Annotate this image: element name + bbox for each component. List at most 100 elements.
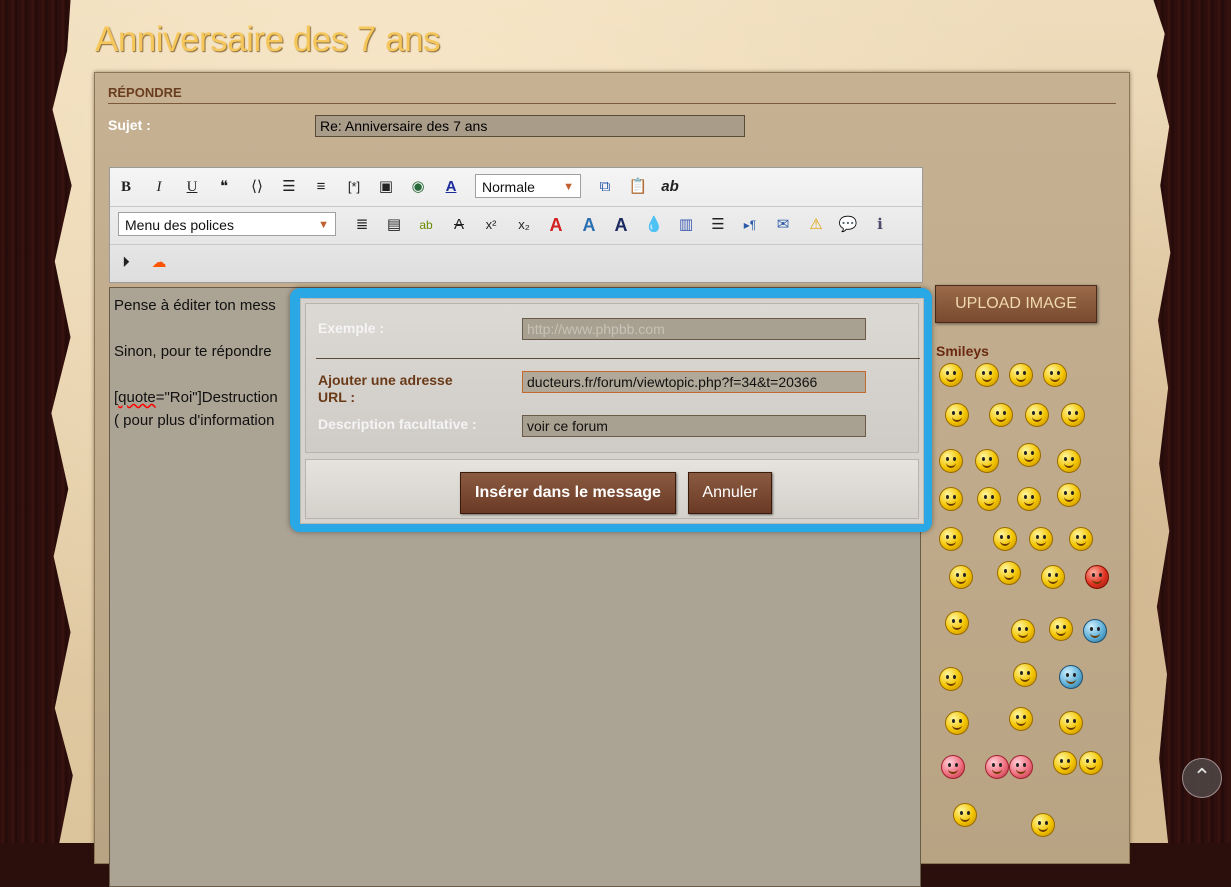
strikethrough-icon[interactable]: A [447,214,471,236]
smiley-icon[interactable] [1017,487,1041,511]
italic-icon[interactable]: I [147,176,171,198]
font-red-icon[interactable]: A [544,214,568,236]
bold-icon[interactable]: B [114,176,138,198]
smileys-title: Smileys [936,343,989,359]
scroll-to-top-button[interactable]: ⌃ [1182,758,1222,798]
bullet-list-icon[interactable]: ☰ [277,176,301,198]
superscript-icon[interactable]: x² [479,214,503,236]
spellcheck-icon[interactable]: ab [658,176,682,198]
smiley-icon[interactable] [989,403,1013,427]
love-smiley-icon[interactable] [985,755,1009,779]
smiley-icon[interactable] [945,403,969,427]
cold-smiley-icon[interactable] [1059,665,1083,689]
smiley-icon[interactable] [975,449,999,473]
smiley-icon[interactable] [1011,619,1035,643]
smiley-icon[interactable] [977,487,1001,511]
font-shadow-icon[interactable]: A [577,214,601,236]
smiley-icon[interactable] [945,711,969,735]
opacity-drop-icon[interactable]: 💧 [642,214,666,236]
smiley-icon[interactable] [1059,711,1083,735]
insert-button[interactable]: Insérer dans le message [460,472,676,514]
smiley-icon[interactable] [1061,403,1085,427]
justify-icon[interactable]: ▤ [382,214,406,236]
topic-title: Anniversaire des 7 ans [95,20,441,59]
smiley-icon[interactable] [975,363,999,387]
smiley-icon[interactable] [1049,617,1073,641]
smiley-icon[interactable] [1057,449,1081,473]
smiley-icon[interactable] [1041,565,1065,589]
love-smiley-icon[interactable] [1009,755,1033,779]
smiley-icon[interactable] [1079,751,1103,775]
angry-smiley-icon[interactable] [1085,565,1109,589]
numbered-list-icon[interactable]: ≡ [309,176,333,198]
dialog-actions: Insérer dans le message Annuler [305,459,919,519]
quote-icon[interactable]: ❝ [212,176,236,198]
smiley-icon[interactable] [997,561,1021,585]
smiley-icon[interactable] [949,565,973,589]
subscript-icon[interactable]: x₂ [512,214,536,236]
smiley-icon[interactable] [939,363,963,387]
smiley-icon[interactable] [953,803,977,827]
upload-image-button[interactable]: UPLOAD IMAGE [935,285,1097,323]
smiley-icon[interactable] [1053,751,1077,775]
font-size-select[interactable]: Normale ▼ [475,174,581,198]
chevron-up-icon: ⌃ [1192,764,1212,789]
smiley-icon[interactable] [1009,707,1033,731]
font-glow-icon[interactable]: A [609,214,633,236]
font-family-value: Menu des polices [125,217,234,233]
editor-toolbar: B I U ❝ ⟨⟩ ☰ ≡ [*] ▣ ◉ A Normale ▼ ⧉ 📋 a… [109,167,923,283]
url-label: Ajouter une adresse URL : [318,372,453,406]
smiley-icon[interactable] [1057,483,1081,507]
smiley-icon[interactable] [1031,813,1055,837]
warning-icon[interactable]: ⚠ [804,214,828,236]
underline-icon[interactable]: U [180,176,204,198]
highlight-icon[interactable]: ab [414,214,438,236]
description-input[interactable]: voir ce forum [522,415,866,437]
smiley-icon[interactable] [1009,363,1033,387]
example-label: Exemple : [318,320,385,336]
smiley-icon[interactable] [939,527,963,551]
insert-link-dialog: Exemple : http://www.phpbb.com Ajouter u… [290,288,932,532]
smiley-icon[interactable] [1013,663,1037,687]
spoiler-icon[interactable]: 💬 [836,214,860,236]
subject-input[interactable]: Re: Anniversaire des 7 ans [315,115,745,137]
example-field: http://www.phpbb.com [522,318,866,340]
soundcloud-icon[interactable]: ☁ [147,252,171,274]
info-icon[interactable]: ℹ [868,214,892,236]
editor-line-2: Sinon, pour te répondre [114,343,272,360]
gradient-icon[interactable]: ▥ [674,214,698,236]
font-color-icon[interactable]: A [439,176,463,198]
love-smiley-icon[interactable] [941,755,965,779]
copy-icon[interactable]: ⧉ [593,176,617,198]
smiley-icon[interactable] [939,667,963,691]
direction-icon[interactable]: ▸¶ [738,214,762,236]
paste-icon[interactable]: 📋 [626,176,650,198]
font-family-select[interactable]: Menu des polices ▼ [118,212,336,236]
editor-line-4: ( pour plus d'information [114,412,275,429]
cancel-button[interactable]: Annuler [688,472,772,514]
list-item-icon[interactable]: [*] [342,176,366,198]
align-right-icon[interactable]: ☰ [706,214,730,236]
hide-icon[interactable]: ✉ [771,214,795,236]
toolbar-row-1: B I U ❝ ⟨⟩ ☰ ≡ [*] ▣ ◉ A Normale ▼ ⧉ 📋 a… [110,168,922,207]
smiley-icon[interactable] [1029,527,1053,551]
image-icon[interactable]: ▣ [374,176,398,198]
url-label-line-2: URL : [318,389,356,405]
smiley-icon[interactable] [1069,527,1093,551]
smiley-icon[interactable] [939,449,963,473]
url-input[interactable]: ducteurs.fr/forum/viewtopic.php?f=34&t=2… [522,371,866,393]
smiley-icon[interactable] [1017,443,1041,467]
smiley-icon[interactable] [993,527,1017,551]
smiley-icon[interactable] [1043,363,1067,387]
play-video-icon[interactable]: ⏵ [114,252,138,274]
cold-smiley-icon[interactable] [1083,619,1107,643]
toolbar-row-2: Menu des polices ▼ ≣ ▤ ab A x² x₂ A A A … [110,206,922,245]
align-center-icon[interactable]: ≣ [350,214,374,236]
link-globe-icon[interactable]: ◉ [406,176,430,198]
smiley-icon[interactable] [1025,403,1049,427]
smiley-icon[interactable] [945,611,969,635]
code-icon[interactable]: ⟨⟩ [245,176,269,198]
smiley-icon[interactable] [939,487,963,511]
url-label-line-1: Ajouter une adresse [318,372,453,388]
dialog-divider [316,358,920,359]
